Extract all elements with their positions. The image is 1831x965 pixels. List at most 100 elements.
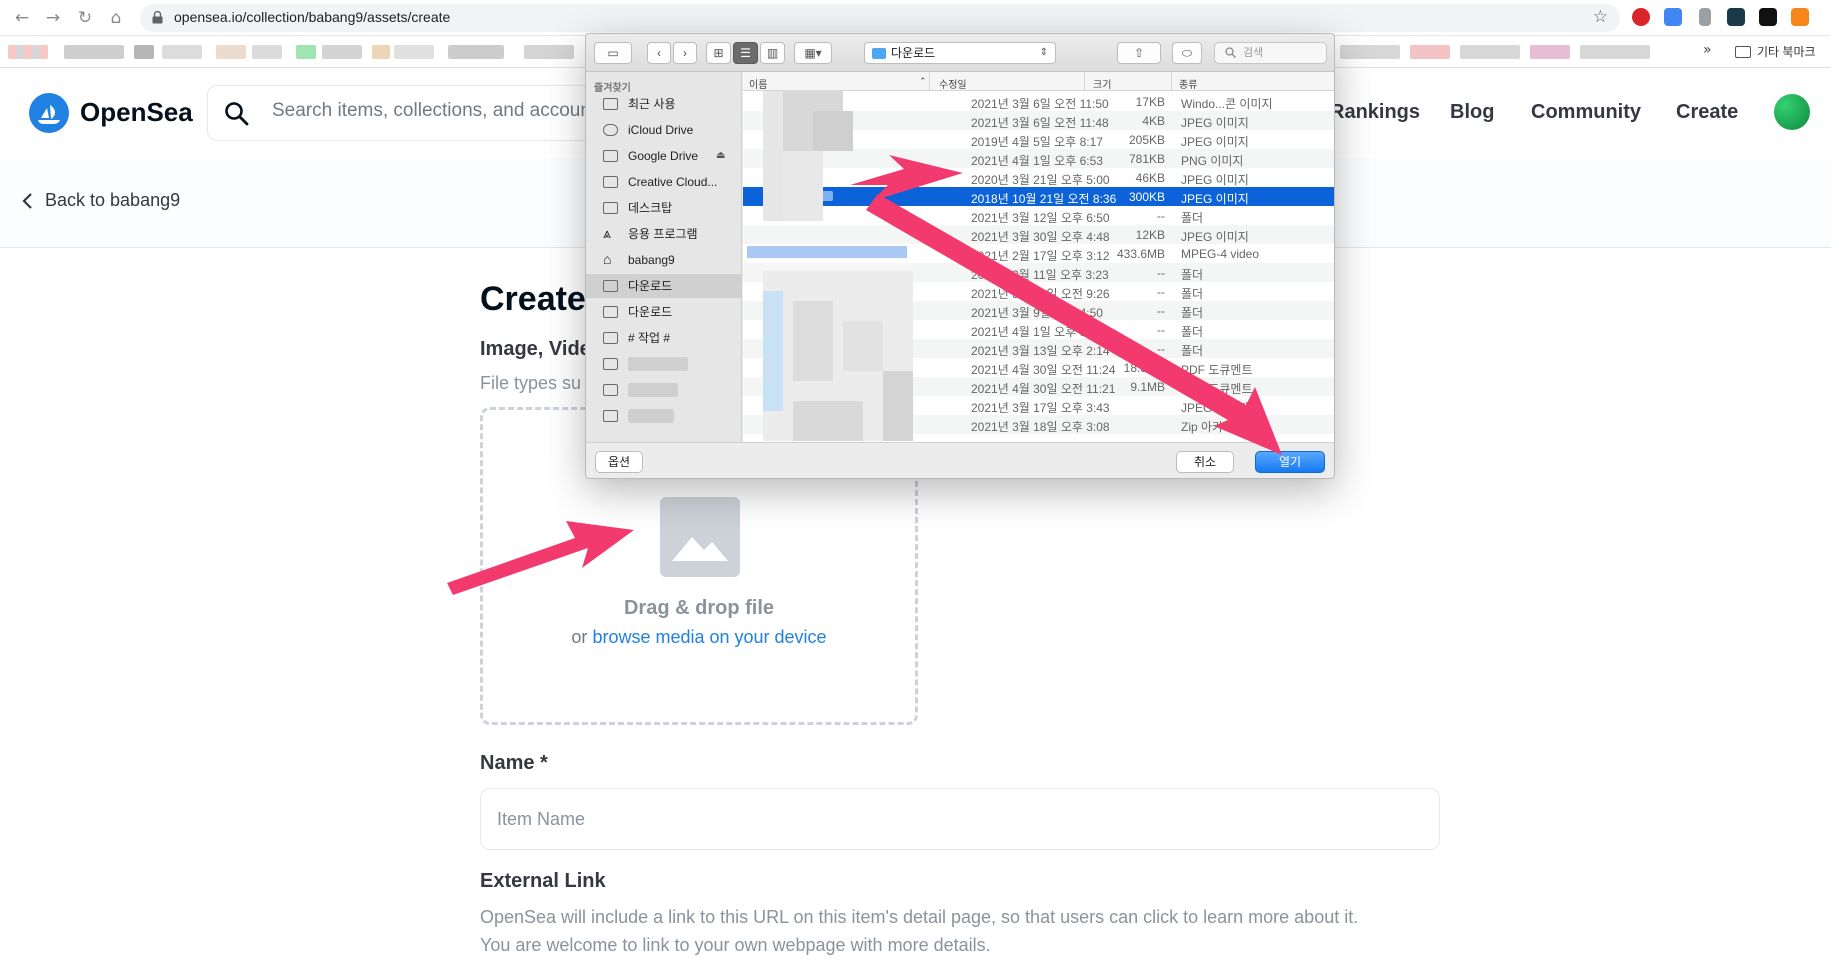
sidebar-item-home[interactable]: ⌂ babang9 <box>586 248 741 272</box>
address-bar[interactable]: opensea.io/collection/babang9/assets/cre… <box>140 4 1620 32</box>
bookmark-star-icon[interactable]: ☆ <box>1593 7 1608 27</box>
eject-icon[interactable]: ⏏ <box>716 144 725 168</box>
folder-icon <box>872 48 886 59</box>
file-kind: 폴더 <box>1181 268 1204 282</box>
sidebar-item-hidden[interactable] <box>586 378 741 402</box>
sidebar-item-applications[interactable]: ⩓ 응용 프로그램 <box>586 222 741 246</box>
bookmark-item[interactable] <box>1460 45 1520 59</box>
sidebar-item-downloads-2[interactable]: 다운로드 <box>586 300 741 324</box>
location-popup[interactable]: 다운로드 ⇕ <box>864 42 1056 64</box>
list-view-icon[interactable]: ☰ <box>733 42 758 64</box>
file-kind: 폴더 <box>1181 344 1204 358</box>
extension-icon[interactable] <box>1727 8 1745 26</box>
blurred-file-names <box>747 91 913 441</box>
file-date: 2021년 3월 17일 오후 3:43 <box>971 401 1110 415</box>
other-bookmarks-folder[interactable]: 기타 북마크 <box>1735 43 1816 60</box>
folder-icon <box>603 358 618 370</box>
sidebar-toggle-icon[interactable]: ▭ <box>594 42 632 64</box>
bookmark-item[interactable] <box>216 45 246 59</box>
sidebar-item-hidden[interactable] <box>586 404 741 428</box>
brand-name[interactable]: OpenSea <box>80 97 193 128</box>
file-size: 205KB <box>1128 133 1165 147</box>
sidebar-item-icloud[interactable]: iCloud Drive <box>586 118 741 142</box>
bookmark-item[interactable] <box>1530 45 1570 59</box>
dropzone-or-text: or <box>571 627 593 647</box>
column-size[interactable]: 크기 <box>1093 76 1111 91</box>
file-kind: JPEG 이미지 <box>1181 401 1249 415</box>
forward-icon[interactable]: › <box>673 42 697 64</box>
opensea-logo-icon[interactable] <box>29 93 69 133</box>
bookmark-item[interactable] <box>162 45 202 59</box>
icon-view-icon[interactable]: ⊞ <box>706 42 731 64</box>
bookmark-item[interactable] <box>64 45 124 59</box>
tag-icon[interactable]: ⬭ <box>1172 42 1202 64</box>
folder-icon <box>603 410 618 422</box>
bookmark-item[interactable] <box>134 45 154 59</box>
nav-rankings[interactable]: Rankings <box>1330 101 1420 124</box>
extension-icon[interactable] <box>1699 8 1711 26</box>
other-bookmarks-label: 기타 북마크 <box>1757 45 1816 59</box>
column-view-icon[interactable]: ▥ <box>760 42 785 64</box>
home-icon[interactable]: ⌂ <box>104 6 128 30</box>
sidebar-item-downloads[interactable]: 다운로드 <box>586 274 741 298</box>
bookmark-item[interactable] <box>1410 45 1450 59</box>
nav-blog[interactable]: Blog <box>1450 101 1494 124</box>
file-list-header: 이름 ⌃ 수정일 크기 종류 <box>743 72 1334 91</box>
bookmark-item[interactable] <box>252 45 282 59</box>
reload-icon[interactable]: ↻ <box>73 6 97 30</box>
file-kind: JPEG 이미지 <box>1181 230 1249 244</box>
bookmark-item[interactable] <box>524 45 574 59</box>
sidebar-item-work[interactable]: # 작업 # <box>586 326 741 350</box>
sidebar-item-recents[interactable]: 최근 사용 <box>586 92 741 116</box>
sidebar-item-hidden[interactable] <box>586 352 741 376</box>
bookmark-item[interactable] <box>1580 45 1650 59</box>
dialog-search-placeholder: 검색 <box>1243 47 1264 59</box>
extension-icon[interactable] <box>1632 8 1650 26</box>
column-name[interactable]: 이름 <box>749 76 767 91</box>
sidebar-item-creative-cloud[interactable]: Creative Cloud... <box>586 170 741 194</box>
open-button[interactable]: 열기 <box>1255 451 1325 473</box>
nav-create[interactable]: Create <box>1676 101 1738 124</box>
options-button[interactable]: 옵션 <box>595 451 643 473</box>
file-kind: MPEG-4 video <box>1181 247 1260 261</box>
file-open-dialog: ▭ ‹ › ⊞ ☰ ▥ ▦▾ 다운로드 ⇕ ⇧ ⬭ 검색 즐겨찾기 최근 사용 … <box>585 33 1335 479</box>
back-link-label: Back to babang9 <box>45 190 181 210</box>
more-bookmarks-chevron-icon[interactable]: » <box>1703 42 1712 58</box>
bookmark-item[interactable] <box>8 45 48 59</box>
bookmark-item[interactable] <box>1340 45 1400 59</box>
back-to-collection-link[interactable]: Back to babang9 <box>22 190 180 211</box>
notion-extension-icon[interactable] <box>1759 8 1777 26</box>
dialog-search-field[interactable]: 검색 <box>1214 42 1327 64</box>
search-input[interactable] <box>272 100 612 122</box>
back-arrow-icon[interactable]: ← <box>10 6 34 30</box>
back-icon[interactable]: ‹ <box>647 42 671 64</box>
file-size: -- <box>1157 342 1165 356</box>
site-search-box[interactable] <box>207 85 627 141</box>
item-name-input[interactable] <box>480 788 1440 850</box>
share-icon[interactable]: ⇧ <box>1117 42 1161 64</box>
dialog-sidebar: 즐겨찾기 최근 사용 iCloud Drive Google Drive ⏏ Cr… <box>586 72 742 442</box>
bookmark-item[interactable] <box>394 45 434 59</box>
sidebar-item-google-drive[interactable]: Google Drive ⏏ <box>586 144 741 168</box>
bookmark-item[interactable] <box>296 45 316 59</box>
file-size: 433.6MB <box>1116 247 1165 261</box>
bookmark-item[interactable] <box>448 45 504 59</box>
file-date: 2021년 3월 18일 오후 3:08 <box>971 420 1110 434</box>
translate-extension-icon[interactable] <box>1664 8 1682 26</box>
home-icon: ⌂ <box>603 251 612 267</box>
bookmark-item[interactable] <box>322 45 362 59</box>
sort-chevron-icon: ⌃ <box>919 76 927 86</box>
forward-arrow-icon[interactable]: → <box>41 6 65 30</box>
file-kind: 폴더 <box>1181 325 1204 339</box>
metamask-extension-icon[interactable] <box>1791 8 1809 26</box>
sidebar-item-desktop[interactable]: 데스크탑 <box>586 196 741 220</box>
bookmark-item[interactable] <box>372 45 390 59</box>
column-date[interactable]: 수정일 <box>939 76 967 91</box>
nav-community[interactable]: Community <box>1531 101 1641 124</box>
account-avatar[interactable] <box>1774 94 1810 130</box>
column-kind[interactable]: 종류 <box>1179 76 1197 91</box>
browse-media-link[interactable]: browse media on your device <box>592 627 826 647</box>
cancel-button[interactable]: 취소 <box>1176 451 1234 473</box>
group-by-icon[interactable]: ▦▾ <box>794 42 832 64</box>
external-link-hint-line1: OpenSea will include a link to this URL … <box>480 907 1359 927</box>
